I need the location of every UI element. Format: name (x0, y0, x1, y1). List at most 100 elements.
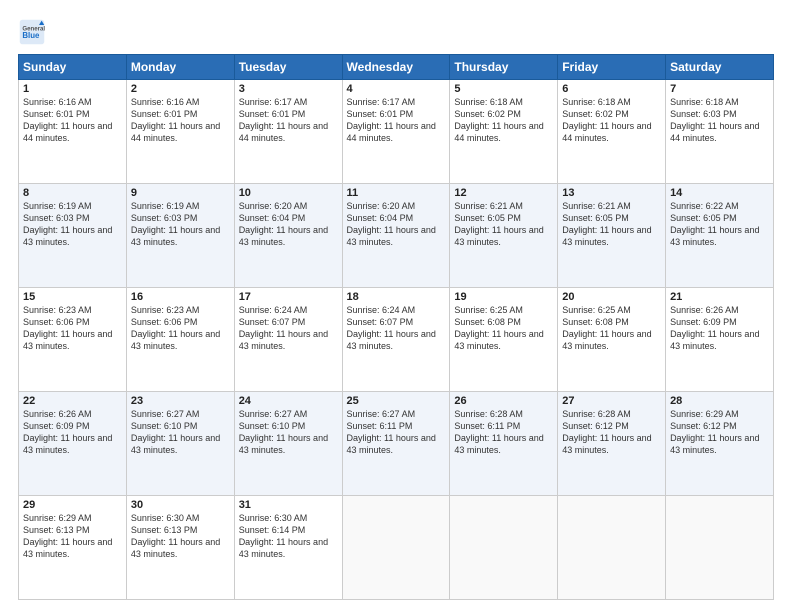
day-number: 21 (670, 291, 769, 303)
calendar-cell (558, 496, 666, 600)
day-number: 30 (131, 499, 230, 511)
calendar-cell: 19Sunrise: 6:25 AMSunset: 6:08 PMDayligh… (450, 288, 558, 392)
day-number: 16 (131, 291, 230, 303)
day-number: 4 (347, 83, 446, 95)
calendar-cell: 29Sunrise: 6:29 AMSunset: 6:13 PMDayligh… (19, 496, 127, 600)
day-info: Sunrise: 6:26 AMSunset: 6:09 PMDaylight:… (670, 304, 769, 353)
calendar-header-sunday: Sunday (19, 55, 127, 80)
day-number: 14 (670, 187, 769, 199)
calendar-cell: 3Sunrise: 6:17 AMSunset: 6:01 PMDaylight… (234, 80, 342, 184)
day-info: Sunrise: 6:30 AMSunset: 6:14 PMDaylight:… (239, 512, 338, 561)
day-number: 11 (347, 187, 446, 199)
day-info: Sunrise: 6:20 AMSunset: 6:04 PMDaylight:… (239, 200, 338, 249)
svg-text:Blue: Blue (22, 31, 40, 40)
day-info: Sunrise: 6:18 AMSunset: 6:03 PMDaylight:… (670, 96, 769, 145)
calendar-cell: 10Sunrise: 6:20 AMSunset: 6:04 PMDayligh… (234, 184, 342, 288)
calendar-cell: 26Sunrise: 6:28 AMSunset: 6:11 PMDayligh… (450, 392, 558, 496)
calendar-cell: 14Sunrise: 6:22 AMSunset: 6:05 PMDayligh… (666, 184, 774, 288)
day-info: Sunrise: 6:26 AMSunset: 6:09 PMDaylight:… (23, 408, 122, 457)
calendar-cell: 23Sunrise: 6:27 AMSunset: 6:10 PMDayligh… (126, 392, 234, 496)
day-number: 2 (131, 83, 230, 95)
day-info: Sunrise: 6:18 AMSunset: 6:02 PMDaylight:… (454, 96, 553, 145)
day-info: Sunrise: 6:18 AMSunset: 6:02 PMDaylight:… (562, 96, 661, 145)
day-number: 3 (239, 83, 338, 95)
day-number: 1 (23, 83, 122, 95)
calendar-cell: 5Sunrise: 6:18 AMSunset: 6:02 PMDaylight… (450, 80, 558, 184)
day-number: 23 (131, 395, 230, 407)
calendar-cell: 15Sunrise: 6:23 AMSunset: 6:06 PMDayligh… (19, 288, 127, 392)
day-number: 24 (239, 395, 338, 407)
day-number: 9 (131, 187, 230, 199)
day-number: 8 (23, 187, 122, 199)
day-number: 19 (454, 291, 553, 303)
day-info: Sunrise: 6:20 AMSunset: 6:04 PMDaylight:… (347, 200, 446, 249)
logo: General Blue (18, 18, 50, 46)
calendar-header-row: SundayMondayTuesdayWednesdayThursdayFrid… (19, 55, 774, 80)
day-number: 31 (239, 499, 338, 511)
calendar-header-tuesday: Tuesday (234, 55, 342, 80)
day-number: 20 (562, 291, 661, 303)
calendar-week-row-2: 8Sunrise: 6:19 AMSunset: 6:03 PMDaylight… (19, 184, 774, 288)
calendar-cell: 2Sunrise: 6:16 AMSunset: 6:01 PMDaylight… (126, 80, 234, 184)
day-info: Sunrise: 6:16 AMSunset: 6:01 PMDaylight:… (23, 96, 122, 145)
day-info: Sunrise: 6:25 AMSunset: 6:08 PMDaylight:… (562, 304, 661, 353)
calendar-cell (342, 496, 450, 600)
calendar-cell: 1Sunrise: 6:16 AMSunset: 6:01 PMDaylight… (19, 80, 127, 184)
calendar-cell: 22Sunrise: 6:26 AMSunset: 6:09 PMDayligh… (19, 392, 127, 496)
day-info: Sunrise: 6:21 AMSunset: 6:05 PMDaylight:… (454, 200, 553, 249)
day-number: 13 (562, 187, 661, 199)
day-info: Sunrise: 6:29 AMSunset: 6:12 PMDaylight:… (670, 408, 769, 457)
calendar-cell: 28Sunrise: 6:29 AMSunset: 6:12 PMDayligh… (666, 392, 774, 496)
page: General Blue SundayMondayTuesdayWednesda… (0, 0, 792, 612)
day-number: 10 (239, 187, 338, 199)
day-number: 17 (239, 291, 338, 303)
header: General Blue (18, 18, 774, 46)
day-info: Sunrise: 6:27 AMSunset: 6:11 PMDaylight:… (347, 408, 446, 457)
calendar-cell: 31Sunrise: 6:30 AMSunset: 6:14 PMDayligh… (234, 496, 342, 600)
calendar-header-thursday: Thursday (450, 55, 558, 80)
day-info: Sunrise: 6:24 AMSunset: 6:07 PMDaylight:… (347, 304, 446, 353)
calendar-cell: 9Sunrise: 6:19 AMSunset: 6:03 PMDaylight… (126, 184, 234, 288)
calendar-cell: 16Sunrise: 6:23 AMSunset: 6:06 PMDayligh… (126, 288, 234, 392)
day-info: Sunrise: 6:28 AMSunset: 6:12 PMDaylight:… (562, 408, 661, 457)
day-info: Sunrise: 6:25 AMSunset: 6:08 PMDaylight:… (454, 304, 553, 353)
calendar-cell: 18Sunrise: 6:24 AMSunset: 6:07 PMDayligh… (342, 288, 450, 392)
day-info: Sunrise: 6:27 AMSunset: 6:10 PMDaylight:… (239, 408, 338, 457)
day-number: 15 (23, 291, 122, 303)
calendar-header-wednesday: Wednesday (342, 55, 450, 80)
day-info: Sunrise: 6:28 AMSunset: 6:11 PMDaylight:… (454, 408, 553, 457)
calendar-cell: 8Sunrise: 6:19 AMSunset: 6:03 PMDaylight… (19, 184, 127, 288)
calendar-cell: 11Sunrise: 6:20 AMSunset: 6:04 PMDayligh… (342, 184, 450, 288)
day-info: Sunrise: 6:17 AMSunset: 6:01 PMDaylight:… (239, 96, 338, 145)
calendar-cell: 20Sunrise: 6:25 AMSunset: 6:08 PMDayligh… (558, 288, 666, 392)
day-info: Sunrise: 6:23 AMSunset: 6:06 PMDaylight:… (131, 304, 230, 353)
calendar-header-saturday: Saturday (666, 55, 774, 80)
calendar-week-row-1: 1Sunrise: 6:16 AMSunset: 6:01 PMDaylight… (19, 80, 774, 184)
calendar-cell: 13Sunrise: 6:21 AMSunset: 6:05 PMDayligh… (558, 184, 666, 288)
day-info: Sunrise: 6:19 AMSunset: 6:03 PMDaylight:… (131, 200, 230, 249)
day-number: 7 (670, 83, 769, 95)
day-info: Sunrise: 6:23 AMSunset: 6:06 PMDaylight:… (23, 304, 122, 353)
calendar-cell: 6Sunrise: 6:18 AMSunset: 6:02 PMDaylight… (558, 80, 666, 184)
calendar-cell: 4Sunrise: 6:17 AMSunset: 6:01 PMDaylight… (342, 80, 450, 184)
day-info: Sunrise: 6:30 AMSunset: 6:13 PMDaylight:… (131, 512, 230, 561)
day-info: Sunrise: 6:24 AMSunset: 6:07 PMDaylight:… (239, 304, 338, 353)
calendar-cell: 25Sunrise: 6:27 AMSunset: 6:11 PMDayligh… (342, 392, 450, 496)
calendar-header-monday: Monday (126, 55, 234, 80)
day-number: 22 (23, 395, 122, 407)
calendar-week-row-3: 15Sunrise: 6:23 AMSunset: 6:06 PMDayligh… (19, 288, 774, 392)
day-info: Sunrise: 6:27 AMSunset: 6:10 PMDaylight:… (131, 408, 230, 457)
day-number: 5 (454, 83, 553, 95)
day-info: Sunrise: 6:29 AMSunset: 6:13 PMDaylight:… (23, 512, 122, 561)
day-number: 28 (670, 395, 769, 407)
day-info: Sunrise: 6:19 AMSunset: 6:03 PMDaylight:… (23, 200, 122, 249)
calendar-cell: 12Sunrise: 6:21 AMSunset: 6:05 PMDayligh… (450, 184, 558, 288)
day-info: Sunrise: 6:16 AMSunset: 6:01 PMDaylight:… (131, 96, 230, 145)
calendar-cell: 21Sunrise: 6:26 AMSunset: 6:09 PMDayligh… (666, 288, 774, 392)
calendar-cell: 7Sunrise: 6:18 AMSunset: 6:03 PMDaylight… (666, 80, 774, 184)
calendar-week-row-5: 29Sunrise: 6:29 AMSunset: 6:13 PMDayligh… (19, 496, 774, 600)
calendar-cell: 24Sunrise: 6:27 AMSunset: 6:10 PMDayligh… (234, 392, 342, 496)
calendar-cell (666, 496, 774, 600)
calendar-header-friday: Friday (558, 55, 666, 80)
calendar-cell (450, 496, 558, 600)
